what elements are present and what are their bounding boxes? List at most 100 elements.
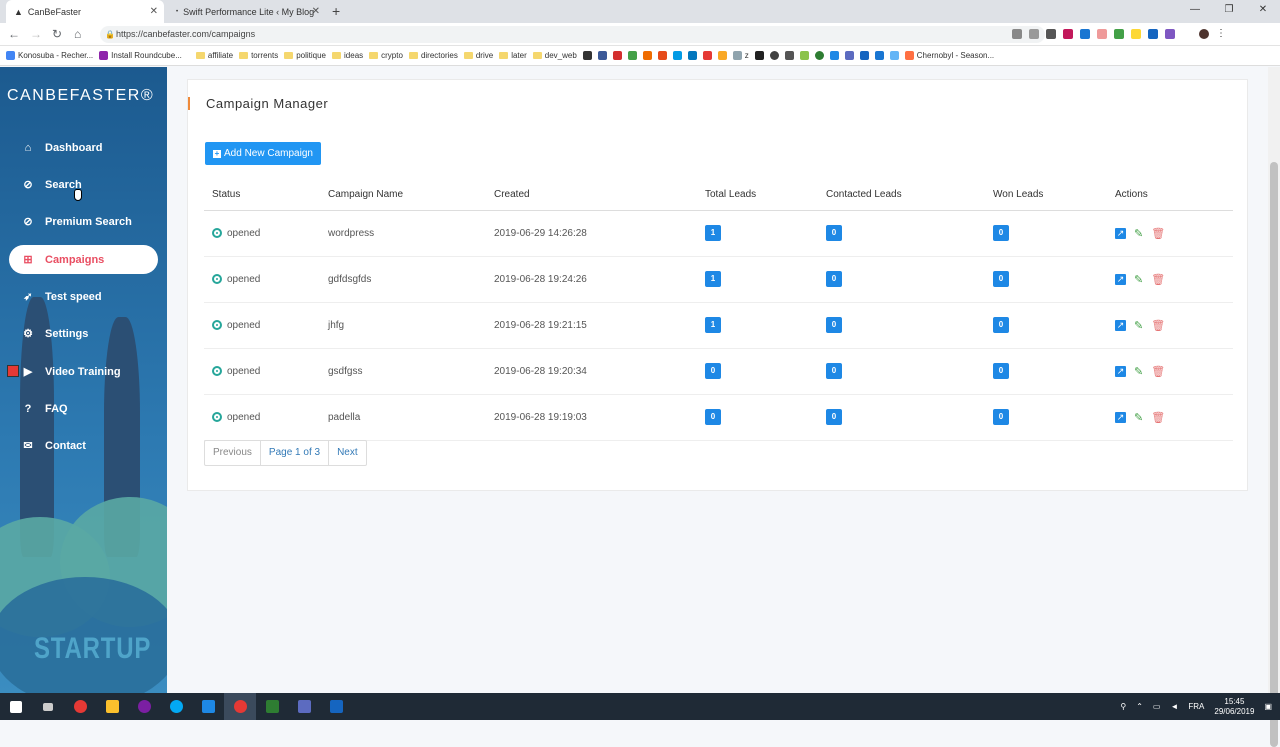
forward-icon[interactable]: → xyxy=(30,27,42,41)
restore-icon[interactable]: ❐ xyxy=(1212,0,1246,23)
chevron-up-icon[interactable]: ⌃ xyxy=(1136,702,1143,711)
taskbar-app[interactable] xyxy=(160,693,192,720)
extension-icon[interactable] xyxy=(1131,29,1141,39)
close-window-icon[interactable]: ✕ xyxy=(1246,0,1280,23)
sidebar-item-contact[interactable]: ✉ Contact xyxy=(9,431,158,460)
volume-icon[interactable]: ◄ xyxy=(1170,702,1178,711)
open-icon[interactable]: ↗ xyxy=(1115,319,1126,331)
sidebar-item-dashboard[interactable]: ⌂ Dashboard xyxy=(9,133,158,162)
edit-icon[interactable]: ✎ xyxy=(1134,273,1143,286)
network-icon[interactable]: ▭ xyxy=(1153,702,1161,711)
bookmark-folder[interactable]: torrents xyxy=(239,51,278,60)
sidebar-item-test-speed[interactable]: ➶ Test speed xyxy=(9,282,158,311)
extension-icon[interactable] xyxy=(1046,29,1056,39)
reload-icon[interactable]: ↻ xyxy=(52,27,62,41)
bookmark-icon[interactable] xyxy=(657,51,667,60)
bookmark-icon[interactable] xyxy=(627,51,637,60)
bookmark-icon[interactable] xyxy=(754,51,764,60)
close-icon[interactable]: ✕ xyxy=(150,6,158,17)
bookmark-icon[interactable] xyxy=(799,51,809,60)
youtube-icon[interactable] xyxy=(702,51,712,60)
taskbar-app-active[interactable] xyxy=(224,693,256,720)
close-icon[interactable]: ✕ xyxy=(312,6,320,17)
extension-icon[interactable] xyxy=(1080,29,1090,39)
bookmark-icon[interactable] xyxy=(814,51,824,60)
bookmark-folder[interactable]: later xyxy=(499,51,527,60)
sidebar-item-video-training[interactable]: ▶ Video Training xyxy=(9,357,158,386)
bookmark-icon[interactable] xyxy=(582,51,592,60)
linkedin-icon[interactable] xyxy=(687,51,697,60)
taskbar-app[interactable] xyxy=(320,693,352,720)
notification-icon[interactable]: ▣ xyxy=(1264,702,1272,711)
trash-icon[interactable]: 🗑 xyxy=(1151,365,1165,378)
people-icon[interactable]: ⚲ xyxy=(1120,702,1126,711)
open-icon[interactable]: ↗ xyxy=(1115,411,1126,423)
address-bar[interactable]: 🔒 https://canbefaster.com/campaigns xyxy=(100,26,1045,43)
bookmark-z[interactable]: z xyxy=(732,51,749,60)
open-icon[interactable]: ↗ xyxy=(1115,273,1126,285)
clock[interactable]: 15:45 29/06/2019 xyxy=(1214,697,1254,717)
trash-icon[interactable]: 🗑 xyxy=(1151,319,1165,332)
edit-icon[interactable]: ✎ xyxy=(1134,319,1143,332)
sidebar-item-settings[interactable]: ⚙ Settings xyxy=(9,319,158,348)
next-button[interactable]: Next xyxy=(329,441,366,465)
bookmark-folder[interactable]: ideas xyxy=(332,51,363,60)
bookmark-icon[interactable] xyxy=(769,51,779,60)
open-icon[interactable]: ↗ xyxy=(1115,227,1126,239)
edit-icon[interactable]: ✎ xyxy=(1134,365,1143,378)
back-icon[interactable]: ← xyxy=(8,27,20,41)
taskbar-app[interactable] xyxy=(96,693,128,720)
bookmark-icon[interactable] xyxy=(829,51,839,60)
bookmark-icon[interactable] xyxy=(672,51,682,60)
sidebar-item-campaigns[interactable]: ⊞ Campaigns xyxy=(9,245,158,274)
bookmark-icon[interactable] xyxy=(889,51,899,60)
gmail-icon[interactable] xyxy=(612,51,622,60)
scrollbar-thumb[interactable] xyxy=(1270,162,1278,747)
bookmark-folder[interactable]: dev_web xyxy=(532,51,577,60)
sidebar-item-premium-search[interactable]: ⊘ Premium Search xyxy=(9,207,158,236)
language-indicator[interactable]: FRA xyxy=(1188,702,1204,711)
trash-icon[interactable]: 🗑 xyxy=(1151,227,1165,240)
bookmark-icon[interactable] xyxy=(784,51,794,60)
bookmark-folder[interactable]: directories xyxy=(408,51,458,60)
tab-canbefaster[interactable]: ▲ CanBeFaster ✕ xyxy=(6,0,164,23)
edit-icon[interactable]: ✎ xyxy=(1134,411,1143,424)
menu-icon[interactable]: ⋮ xyxy=(1216,29,1226,39)
taskbar-app[interactable] xyxy=(128,693,160,720)
bookmark-folder[interactable]: affiliate xyxy=(195,51,233,60)
sidebar-item-faq[interactable]: ? FAQ xyxy=(9,394,158,423)
bookmark-icon[interactable] xyxy=(874,51,884,60)
extension-icon[interactable] xyxy=(1063,29,1073,39)
home-icon[interactable]: ⌂ xyxy=(74,27,81,41)
add-campaign-button[interactable]: + Add New Campaign xyxy=(205,142,321,165)
start-button[interactable] xyxy=(0,693,32,720)
taskbar-app[interactable] xyxy=(256,693,288,720)
bookmark-icon[interactable] xyxy=(717,51,727,60)
tab-swift[interactable]: • Swift Performance Lite ‹ My Blog ✕ xyxy=(168,0,326,23)
taskbar-app[interactable] xyxy=(64,693,96,720)
location-icon[interactable] xyxy=(1012,29,1022,39)
bookmark-icon[interactable] xyxy=(859,51,869,60)
taskbar-app[interactable] xyxy=(288,693,320,720)
bookmark-icon[interactable] xyxy=(844,51,854,60)
previous-button[interactable]: Previous xyxy=(205,441,261,465)
bookmark-konosuba[interactable]: Konosuba - Recher... xyxy=(6,51,93,60)
extension-icon[interactable] xyxy=(1148,29,1158,39)
sidebar-item-search[interactable]: ⊘ Search xyxy=(9,170,158,199)
trash-icon[interactable]: 🗑 xyxy=(1151,273,1165,286)
task-view-button[interactable] xyxy=(32,693,64,720)
star-icon[interactable] xyxy=(1029,29,1039,39)
open-icon[interactable]: ↗ xyxy=(1115,365,1126,377)
extension-icon[interactable] xyxy=(1097,29,1107,39)
extension-icon[interactable] xyxy=(1114,29,1124,39)
bookmark-roundcube[interactable]: Install Roundcube... xyxy=(99,51,182,60)
bookmark-folder[interactable]: drive xyxy=(463,51,493,60)
profile-avatar[interactable] xyxy=(1199,29,1209,39)
bookmark-folder[interactable]: politique xyxy=(284,51,326,60)
page-scrollbar[interactable] xyxy=(1268,67,1280,747)
bookmark-chernobyl[interactable]: Chernobyl - Season... xyxy=(904,51,994,60)
minimize-icon[interactable]: — xyxy=(1178,0,1212,23)
new-tab-button[interactable]: + xyxy=(332,3,340,19)
facebook-icon[interactable] xyxy=(597,51,607,60)
bookmark-icon[interactable] xyxy=(642,51,652,60)
